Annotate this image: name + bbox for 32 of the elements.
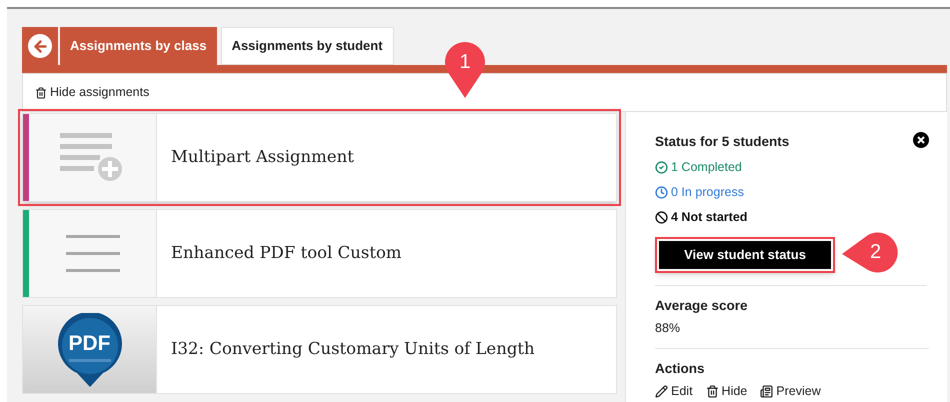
pdf-icon: PDF [56,312,122,386]
clock-icon [655,186,668,199]
status-count[interactable]: 0 In progress [671,183,744,202]
pencil-icon [655,384,668,398]
callout-marker: 1 [443,40,487,98]
action-link[interactable]: Preview [760,382,821,400]
action-link[interactable]: Hide [706,382,748,400]
close-button[interactable] [913,132,929,148]
view-student-status-button[interactable]: View student status [659,240,831,268]
text-lines-icon [66,234,120,272]
action-link[interactable]: Edit [655,382,693,400]
assignment-card[interactable]: PDF I32: Converting Customary Units of Length [22,305,617,394]
check-circle-icon [655,161,668,174]
average-score-heading: Average score [655,296,749,315]
status-count: 4 Not started [671,208,748,226]
trash-icon [706,384,719,398]
status-heading: Status for 5 students [655,133,790,151]
hide-assignments-button[interactable]: Hide assignments [35,83,150,102]
no-entry-icon [655,210,668,224]
trash-icon [35,86,47,98]
status-count[interactable]: 1 Completed [671,158,742,177]
actions-heading: Actions [655,360,706,378]
tab[interactable]: Assignments by class [60,27,217,65]
preview-icon [760,384,774,398]
average-score-value: 88% [655,320,682,337]
back-button[interactable] [28,34,52,58]
close-icon [917,136,925,144]
assignment-title: Enhanced PDF tool Custom [171,242,402,264]
assignment-title: I32: Converting Customary Units of Length [171,338,535,360]
assignment-card[interactable]: Enhanced PDF tool Custom [22,209,617,298]
assignment-title: Multipart Assignment [171,146,354,168]
tab[interactable]: Assignments by student [220,27,394,65]
